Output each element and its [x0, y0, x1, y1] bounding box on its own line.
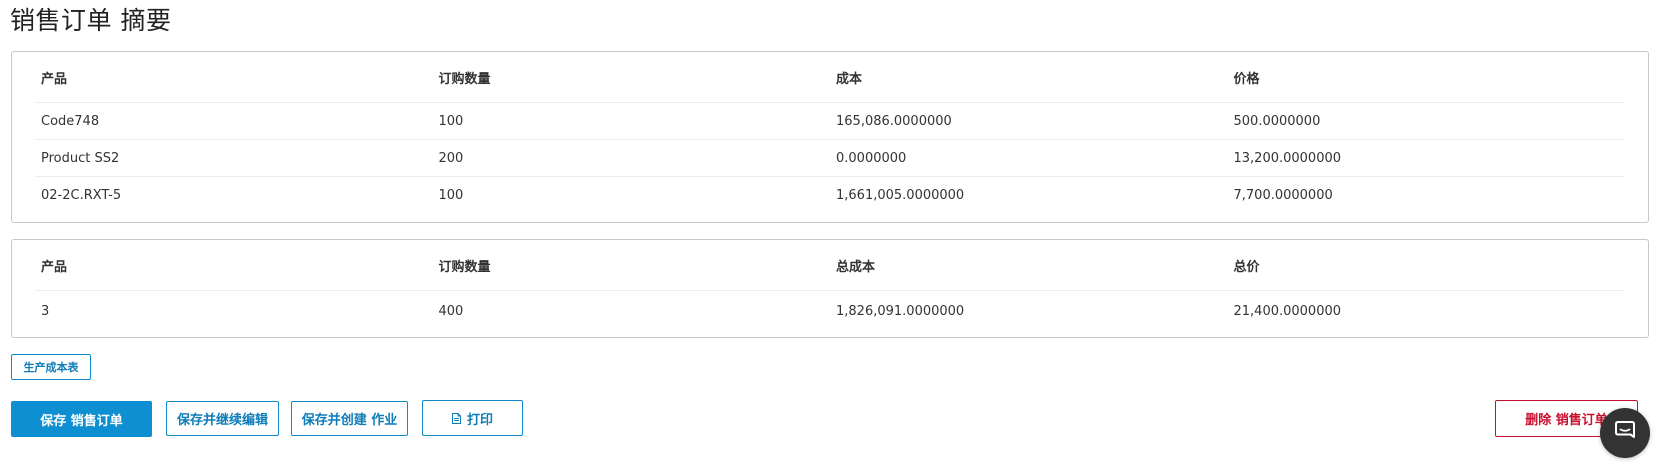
table-header-row: 产品 订购数量 总成本 总价: [35, 240, 1625, 291]
table-row: 3 400 1,826,091.0000000 21,400.0000000: [35, 291, 1625, 331]
save-sales-order-button[interactable]: 保存 销售订单: [11, 401, 152, 437]
totals-table: 产品 订购数量 总成本 总价 3 400 1,826,091.0000000 2…: [35, 240, 1625, 331]
column-header-total-cost: 总成本: [836, 259, 876, 275]
cell-price: 13,200.0000000: [1233, 150, 1342, 166]
column-header-product: 产品: [41, 71, 68, 87]
column-header-total-quantity: 订购数量: [438, 259, 491, 275]
cell-quantity: 100: [438, 188, 464, 203]
totals-panel: 产品 订购数量 总成本 总价 3 400 1,826,091.0000000 2…: [11, 239, 1649, 338]
cell-total-quantity: 400: [438, 303, 464, 319]
line-items-table: 产品 订购数量 成本 价格 Code748 100 165,086.000000…: [35, 52, 1625, 214]
column-header-cost: 成本: [836, 71, 863, 87]
column-header-product-count: 产品: [41, 259, 68, 275]
print-button[interactable]: 打印: [422, 400, 523, 436]
document-icon: [451, 412, 461, 424]
save-and-continue-button[interactable]: 保存并继续编辑: [166, 401, 279, 436]
table-row: Product SS2 200 0.0000000 13,200.0000000: [35, 140, 1625, 177]
cell-cost: 0.0000000: [836, 150, 907, 166]
page-title: 销售订单 摘要: [10, 6, 172, 35]
cell-total-cost: 1,826,091.0000000: [836, 303, 965, 319]
cell-total-price: 21,400.0000000: [1233, 303, 1342, 319]
column-header-price: 价格: [1233, 71, 1260, 87]
chat-bubble-icon: [1613, 419, 1637, 447]
table-header-row: 产品 订购数量 成本 价格: [35, 52, 1625, 103]
cell-price: 7,700.0000000: [1233, 188, 1333, 203]
save-and-create-job-button[interactable]: 保存并创建 作业: [291, 401, 408, 436]
cell-product-count: 3: [41, 303, 50, 319]
column-header-total-price: 总价: [1233, 259, 1260, 275]
table-row: Code748 100 165,086.0000000 500.0000000: [35, 103, 1625, 140]
cost-sheet-button[interactable]: 生产成本表: [11, 354, 91, 380]
cell-product: 02-2C.RXT-5: [41, 188, 122, 203]
cell-quantity: 200: [438, 150, 464, 166]
cell-price: 500.0000000: [1233, 113, 1321, 129]
cell-cost: 1,661,005.0000000: [836, 188, 965, 203]
cell-cost: 165,086.0000000: [836, 113, 952, 129]
cell-product: Product SS2: [41, 150, 120, 166]
print-button-label: 打印: [466, 412, 493, 428]
cell-product: Code748: [41, 113, 100, 129]
column-header-quantity: 订购数量: [438, 71, 491, 87]
table-row: 02-2C.RXT-5 100 1,661,005.0000000 7,700.…: [35, 177, 1625, 214]
cell-quantity: 100: [438, 113, 464, 129]
chat-launcher-button[interactable]: [1600, 408, 1650, 458]
line-items-panel: 产品 订购数量 成本 价格 Code748 100 165,086.000000…: [11, 51, 1649, 223]
